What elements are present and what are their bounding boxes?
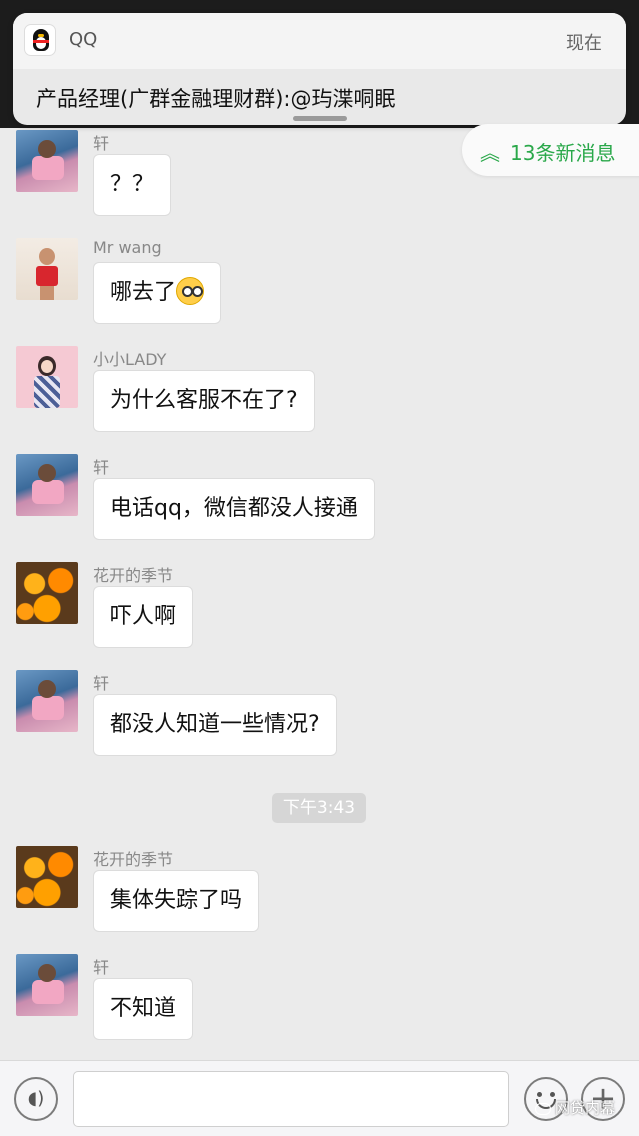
avatar[interactable] [16, 846, 78, 908]
message-bubble[interactable]: 吓人啊 [93, 586, 194, 648]
sender-name: 小小LADY [93, 350, 167, 369]
watermark: 网贷内幕 [535, 1097, 615, 1118]
message-bubble[interactable]: 不知道 [93, 978, 194, 1040]
sender-name: 轩 [93, 674, 110, 693]
notification-header: QQ 现在 [13, 13, 626, 69]
avatar[interactable] [16, 562, 78, 624]
message-bubble[interactable]: 集体失踪了吗 [93, 870, 260, 932]
notification-message: 产品经理(广群金融理财群):@玙渫哃眠 [36, 87, 396, 111]
push-notification[interactable]: QQ 现在 产品经理(广群金融理财群):@玙渫哃眠 [13, 13, 626, 125]
sender-name: 轩 [93, 958, 110, 977]
message-text: 电话qq，微信都没人接通 [110, 496, 358, 521]
message-text: ？？ [110, 172, 155, 197]
notification-drag-handle[interactable] [293, 116, 347, 121]
avatar[interactable] [16, 346, 78, 408]
avatar[interactable] [16, 954, 78, 1016]
sender-name: 花开的季节 [93, 566, 174, 585]
message-text: 集体失踪了吗 [110, 888, 243, 913]
wechat-icon [535, 1102, 551, 1115]
voice-icon[interactable]: ◖) [14, 1077, 58, 1121]
avatar[interactable] [16, 130, 78, 192]
message-bubble[interactable]: 哪去了 [93, 262, 222, 324]
sender-name: 轩 [93, 458, 110, 477]
message-text: 不知道 [110, 996, 177, 1021]
sender-name: Mr wang [93, 238, 162, 257]
avatar[interactable] [16, 670, 78, 732]
sender-name: 花开的季节 [93, 850, 174, 869]
qq-penguin-icon [24, 24, 56, 56]
watermark-text: 网贷内幕 [555, 1099, 616, 1117]
message-bubble[interactable]: 电话qq，微信都没人接通 [93, 478, 375, 540]
message-input[interactable] [73, 1071, 509, 1127]
avatar[interactable] [16, 238, 78, 300]
message-bubble[interactable]: 都没人知道一些情况? [93, 694, 337, 756]
avatar[interactable] [16, 454, 78, 516]
sender-name: 轩 [93, 134, 110, 153]
shocked-face-emoji-icon [176, 277, 205, 305]
message-bubble[interactable]: ？？ [93, 154, 172, 216]
message-text: 为什么客服不在了? [110, 388, 298, 413]
message-text: 吓人啊 [110, 604, 177, 629]
message-text: 哪去了 [110, 280, 177, 305]
message-text: 都没人知道一些情况? [110, 712, 320, 737]
chat-area[interactable]: 轩 ？？ Mr wang 哪去了 小小LADY 为什么客服不在了? 轩 电话qq… [0, 128, 639, 1060]
message-timestamp: 下午3:43 [272, 793, 366, 823]
notification-app-name: QQ [69, 29, 98, 50]
message-bubble[interactable]: 为什么客服不在了? [93, 370, 315, 432]
notification-time: 现在 [566, 33, 602, 54]
